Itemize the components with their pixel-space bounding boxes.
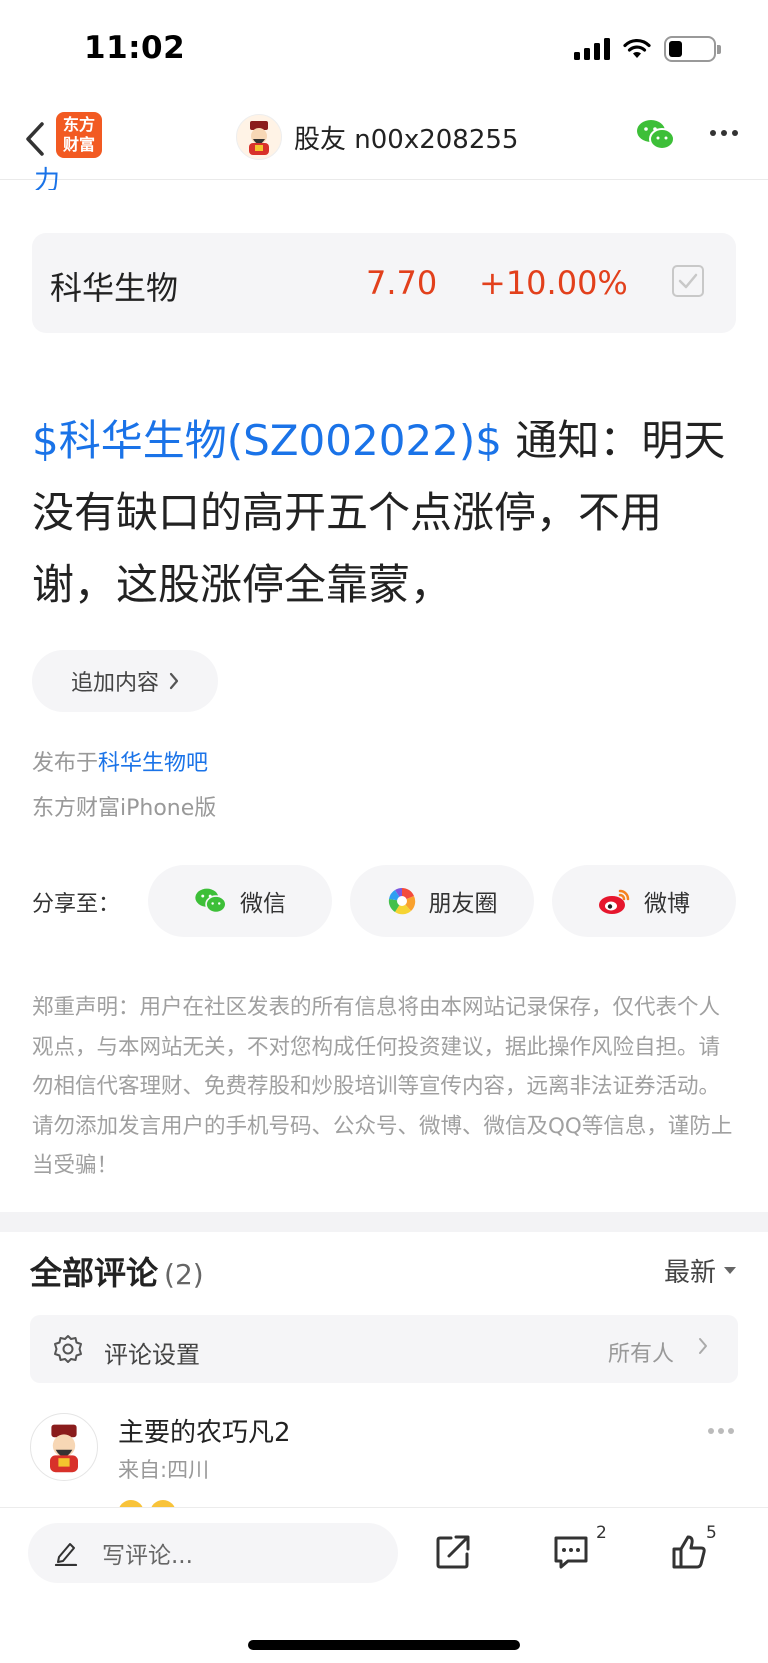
comment-location: 来自:四川 (118, 1458, 210, 1482)
moments-icon (388, 887, 415, 915)
sort-dropdown[interactable]: 最新 (664, 1252, 736, 1289)
published-info: 发布于科华生物吧 (32, 745, 208, 777)
checkbox-icon (678, 273, 698, 289)
share-wechat-button[interactable]: 微信 (148, 865, 332, 937)
share-moments-button[interactable]: 朋友圈 (350, 865, 534, 937)
section-divider (0, 1212, 768, 1232)
signal-icon (574, 38, 610, 60)
wechat-share-button[interactable] (636, 118, 676, 156)
nav-title: 股友 n00x208255 (294, 124, 519, 155)
truncated-text: 力 (34, 166, 61, 190)
fortune-god-avatar-icon (249, 121, 269, 155)
bottom-bar: 写评论... 2 5 (0, 1507, 768, 1663)
bar-link[interactable]: 科华生物吧 (98, 751, 208, 776)
platform-label: 东方财富iPhone版 (32, 796, 217, 821)
append-content-button[interactable]: 追加内容 (32, 650, 218, 712)
share-moments-label: 朋友圈 (428, 891, 498, 917)
wechat-icon (637, 120, 675, 150)
stock-change: +10.00% (479, 264, 628, 302)
caret-down-icon (724, 1267, 736, 1274)
stock-price: 7.70 (366, 264, 438, 302)
append-label: 追加内容 (70, 671, 159, 696)
comments-count: (2) (164, 1258, 204, 1291)
comment-settings-value: 所有人 (607, 1342, 674, 1367)
add-watchlist-checkbox[interactable] (672, 265, 704, 297)
back-button[interactable] (18, 118, 52, 160)
stock-card[interactable]: 科华生物 7.70 +10.00% (32, 233, 736, 333)
comment-settings-label: 评论设置 (104, 1341, 200, 1369)
sort-label: 最新 (663, 1258, 716, 1288)
comment-author[interactable]: 主要的农巧凡2 (118, 1412, 291, 1449)
app-logo[interactable]: 东方 财富 (56, 112, 102, 158)
stock-link[interactable]: $科华生物(SZ002022)$ (32, 416, 502, 465)
more-icon[interactable] (710, 130, 738, 136)
post-body: $科华生物(SZ002022)$ 通知：明天没有缺口的高开五个点涨停，不用谢，这… (32, 405, 738, 621)
fortune-god-avatar-icon (50, 1424, 78, 1473)
nav-bar: 东方 财富 股友 n00x208255 (0, 100, 768, 180)
status-time: 11:02 (84, 30, 186, 66)
logo-line-1: 东方 (62, 115, 95, 134)
comments-title-label: 全部评论 (30, 1254, 159, 1292)
status-bar: 11:02 (0, 0, 768, 100)
weibo-icon (599, 889, 630, 914)
gear-icon (54, 1335, 82, 1363)
status-icons (574, 36, 721, 62)
nav-user[interactable]: 股友 n00x208255 (236, 112, 518, 162)
comment-count-badge: 2 (596, 1523, 607, 1543)
write-comment-input[interactable]: 写评论... (28, 1523, 398, 1583)
battery-icon (664, 36, 721, 62)
published-prefix: 发布于 (32, 751, 99, 776)
share-icon[interactable] (434, 1533, 472, 1571)
share-wechat-label: 微信 (240, 891, 286, 917)
wechat-icon (195, 888, 227, 914)
disclaimer: 郑重声明：用户在社区发表的所有信息将由本网站记录保存，仅代表个人观点，与本网站无… (32, 995, 733, 1178)
share-weibo-label: 微博 (644, 891, 690, 917)
chevron-right-icon (699, 1338, 707, 1354)
write-comment-placeholder: 写评论... (102, 1543, 193, 1569)
chevron-right-icon (169, 672, 179, 690)
logo-line-2: 财富 (62, 135, 95, 154)
stock-name: 科华生物 (50, 269, 179, 307)
share-label: 分享至： (32, 892, 121, 917)
back-icon (26, 122, 44, 156)
like-count-badge: 5 (706, 1523, 717, 1543)
comment-avatar[interactable] (30, 1413, 98, 1481)
share-weibo-button[interactable]: 微博 (552, 865, 736, 937)
comment-settings-row[interactable]: 评论设置 所有人 (30, 1315, 738, 1383)
home-indicator[interactable] (248, 1640, 520, 1650)
comments-title: 全部评论 (2) (30, 1248, 204, 1294)
comment-more-icon[interactable] (708, 1428, 734, 1434)
pencil-icon (54, 1543, 78, 1566)
comment-icon[interactable] (552, 1533, 590, 1571)
thumbs-up-icon[interactable] (670, 1533, 708, 1571)
avatar (236, 114, 282, 160)
wifi-icon (623, 38, 651, 58)
